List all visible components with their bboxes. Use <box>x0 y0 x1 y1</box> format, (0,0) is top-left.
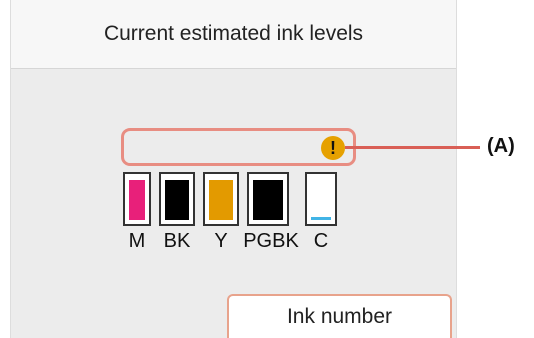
ink-fill-y <box>209 180 233 220</box>
tank-label-bk: BK <box>163 230 191 252</box>
tank-label-c: C <box>313 230 329 252</box>
ink-warning-box: ! <box>121 128 356 166</box>
callout-label-a: (A) <box>487 135 515 157</box>
ink-tank-pgbk <box>247 172 289 226</box>
screen-title: Current estimated ink levels <box>11 0 456 69</box>
tank-label-y: Y <box>214 230 228 252</box>
warning-symbol: ! <box>330 138 336 158</box>
callout-line <box>345 146 480 149</box>
ink-tank-c <box>305 172 337 226</box>
ink-tank-bk <box>159 172 195 226</box>
ink-tank-y <box>203 172 239 226</box>
ink-fill-bk <box>165 180 189 220</box>
ink-fill-pgbk <box>253 180 283 220</box>
tank-label-m: M <box>128 230 146 252</box>
ink-fill-m <box>129 180 145 220</box>
ink-tank-m <box>123 172 151 226</box>
tank-label-pgbk: PGBK <box>243 230 299 252</box>
exclamation-icon: ! <box>321 136 345 160</box>
ink-number-button[interactable]: Ink number <box>227 294 452 338</box>
ink-fill-c <box>311 217 331 220</box>
printer-screen: Current estimated ink levels ! M BK Y PG… <box>10 0 457 338</box>
